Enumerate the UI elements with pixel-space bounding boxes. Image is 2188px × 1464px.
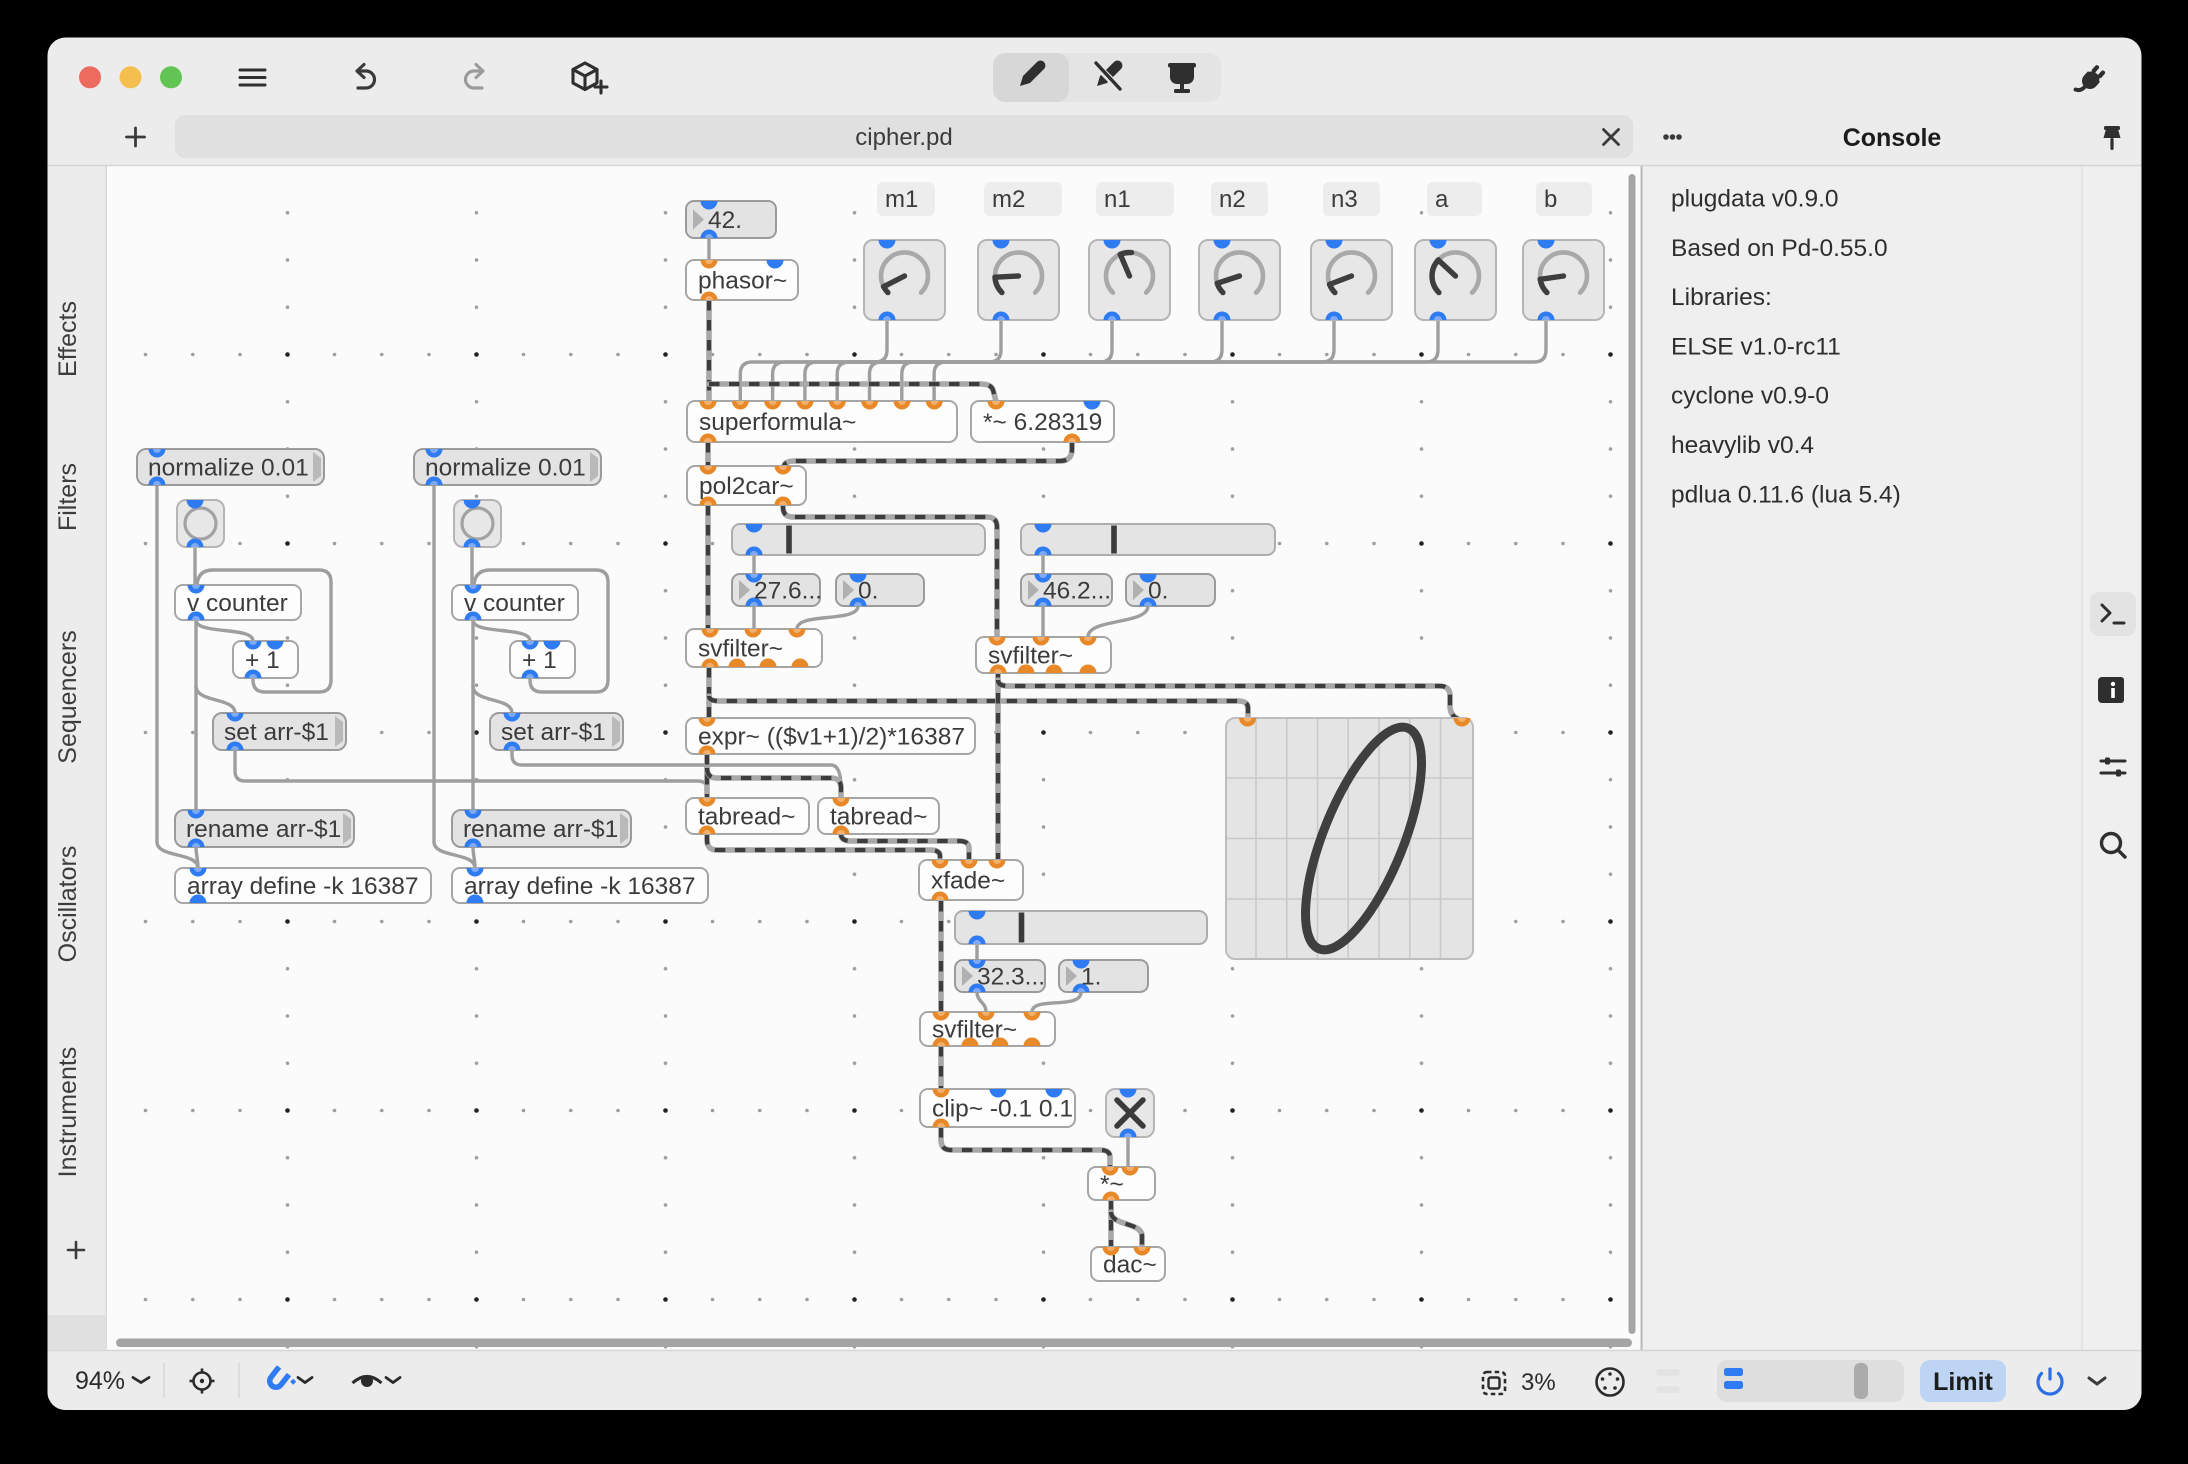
- svg-text:svfilter~: svfilter~: [932, 1017, 1017, 1044]
- svg-text:94%: 94%: [75, 1367, 125, 1395]
- svg-text:46.2...: 46.2...: [1043, 578, 1111, 605]
- svg-text:0.: 0.: [858, 578, 878, 605]
- svg-text:expr~ (($v1+1)/2)*16387: expr~ (($v1+1)/2)*16387: [698, 724, 965, 751]
- svg-text:v counter: v counter: [187, 590, 288, 617]
- svg-text:normalize 0.01: normalize 0.01: [148, 455, 309, 482]
- svg-text:normalize 0.01: normalize 0.01: [425, 455, 586, 482]
- svg-text:rename arr-$1: rename arr-$1: [463, 816, 618, 843]
- svg-text:superformula~: superformula~: [699, 409, 856, 436]
- svg-text:42.: 42.: [708, 207, 742, 234]
- svg-text:+ 1: + 1: [522, 647, 557, 674]
- svg-text:rename arr-$1: rename arr-$1: [186, 816, 341, 843]
- svg-text:n1: n1: [1104, 186, 1131, 213]
- svg-text:plugdata v0.9.0: plugdata v0.9.0: [1671, 186, 1839, 213]
- svg-text:dac~: dac~: [1103, 1252, 1157, 1279]
- svg-text:set arr-$1: set arr-$1: [224, 719, 329, 746]
- svg-text:svfilter~: svfilter~: [698, 636, 783, 663]
- svg-text:tabread~: tabread~: [698, 804, 795, 831]
- svg-text:array define -k 16387: array define -k 16387: [187, 873, 419, 900]
- svg-text:n3: n3: [1331, 186, 1358, 213]
- svg-text:cipher.pd: cipher.pd: [855, 124, 952, 151]
- svg-text:1.: 1.: [1081, 964, 1101, 991]
- svg-text:27.6...: 27.6...: [754, 578, 822, 605]
- svg-text:array define -k 16387: array define -k 16387: [464, 873, 696, 900]
- svg-text:+ 1: + 1: [245, 647, 280, 674]
- svg-text:n2: n2: [1219, 186, 1246, 213]
- svg-text:Filters: Filters: [54, 463, 82, 531]
- svg-text:*~: *~: [1100, 1171, 1124, 1198]
- svg-text:32.3...: 32.3...: [977, 964, 1045, 991]
- svg-text:Oscillators: Oscillators: [54, 846, 82, 963]
- svg-text:m2: m2: [992, 186, 1025, 213]
- svg-text:Limit: Limit: [1933, 1368, 1993, 1396]
- svg-text:clip~ -0.1 0.1: clip~ -0.1 0.1: [932, 1096, 1073, 1123]
- svg-text:b: b: [1544, 186, 1557, 213]
- svg-text:pdlua 0.11.6 (lua 5.4): pdlua 0.11.6 (lua 5.4): [1671, 481, 1901, 508]
- svg-text:cyclone v0.9-0: cyclone v0.9-0: [1671, 383, 1829, 410]
- svg-text:Libraries:: Libraries:: [1671, 284, 1772, 311]
- svg-text:phasor~: phasor~: [698, 268, 787, 295]
- svg-text:Instruments: Instruments: [54, 1047, 82, 1178]
- svg-text:Based on Pd-0.55.0: Based on Pd-0.55.0: [1671, 235, 1888, 262]
- svg-text:Console: Console: [1843, 124, 1942, 152]
- svg-text:*~ 6.28319: *~ 6.28319: [983, 409, 1102, 436]
- svg-text:set arr-$1: set arr-$1: [501, 719, 606, 746]
- svg-text:v counter: v counter: [464, 590, 565, 617]
- svg-text:Sequencers: Sequencers: [54, 630, 82, 763]
- svg-text:pol2car~: pol2car~: [699, 473, 794, 500]
- svg-text:Effects: Effects: [54, 301, 82, 377]
- svg-text:m1: m1: [885, 186, 918, 213]
- svg-text:tabread~: tabread~: [830, 804, 927, 831]
- svg-text:0.: 0.: [1148, 578, 1168, 605]
- svg-text:3%: 3%: [1521, 1369, 1556, 1396]
- svg-text:heavylib v0.4: heavylib v0.4: [1671, 432, 1814, 459]
- svg-text:a: a: [1435, 186, 1449, 213]
- svg-text:ELSE v1.0-rc11: ELSE v1.0-rc11: [1671, 333, 1841, 360]
- svg-text:svfilter~: svfilter~: [988, 643, 1073, 670]
- svg-text:xfade~: xfade~: [931, 868, 1005, 895]
